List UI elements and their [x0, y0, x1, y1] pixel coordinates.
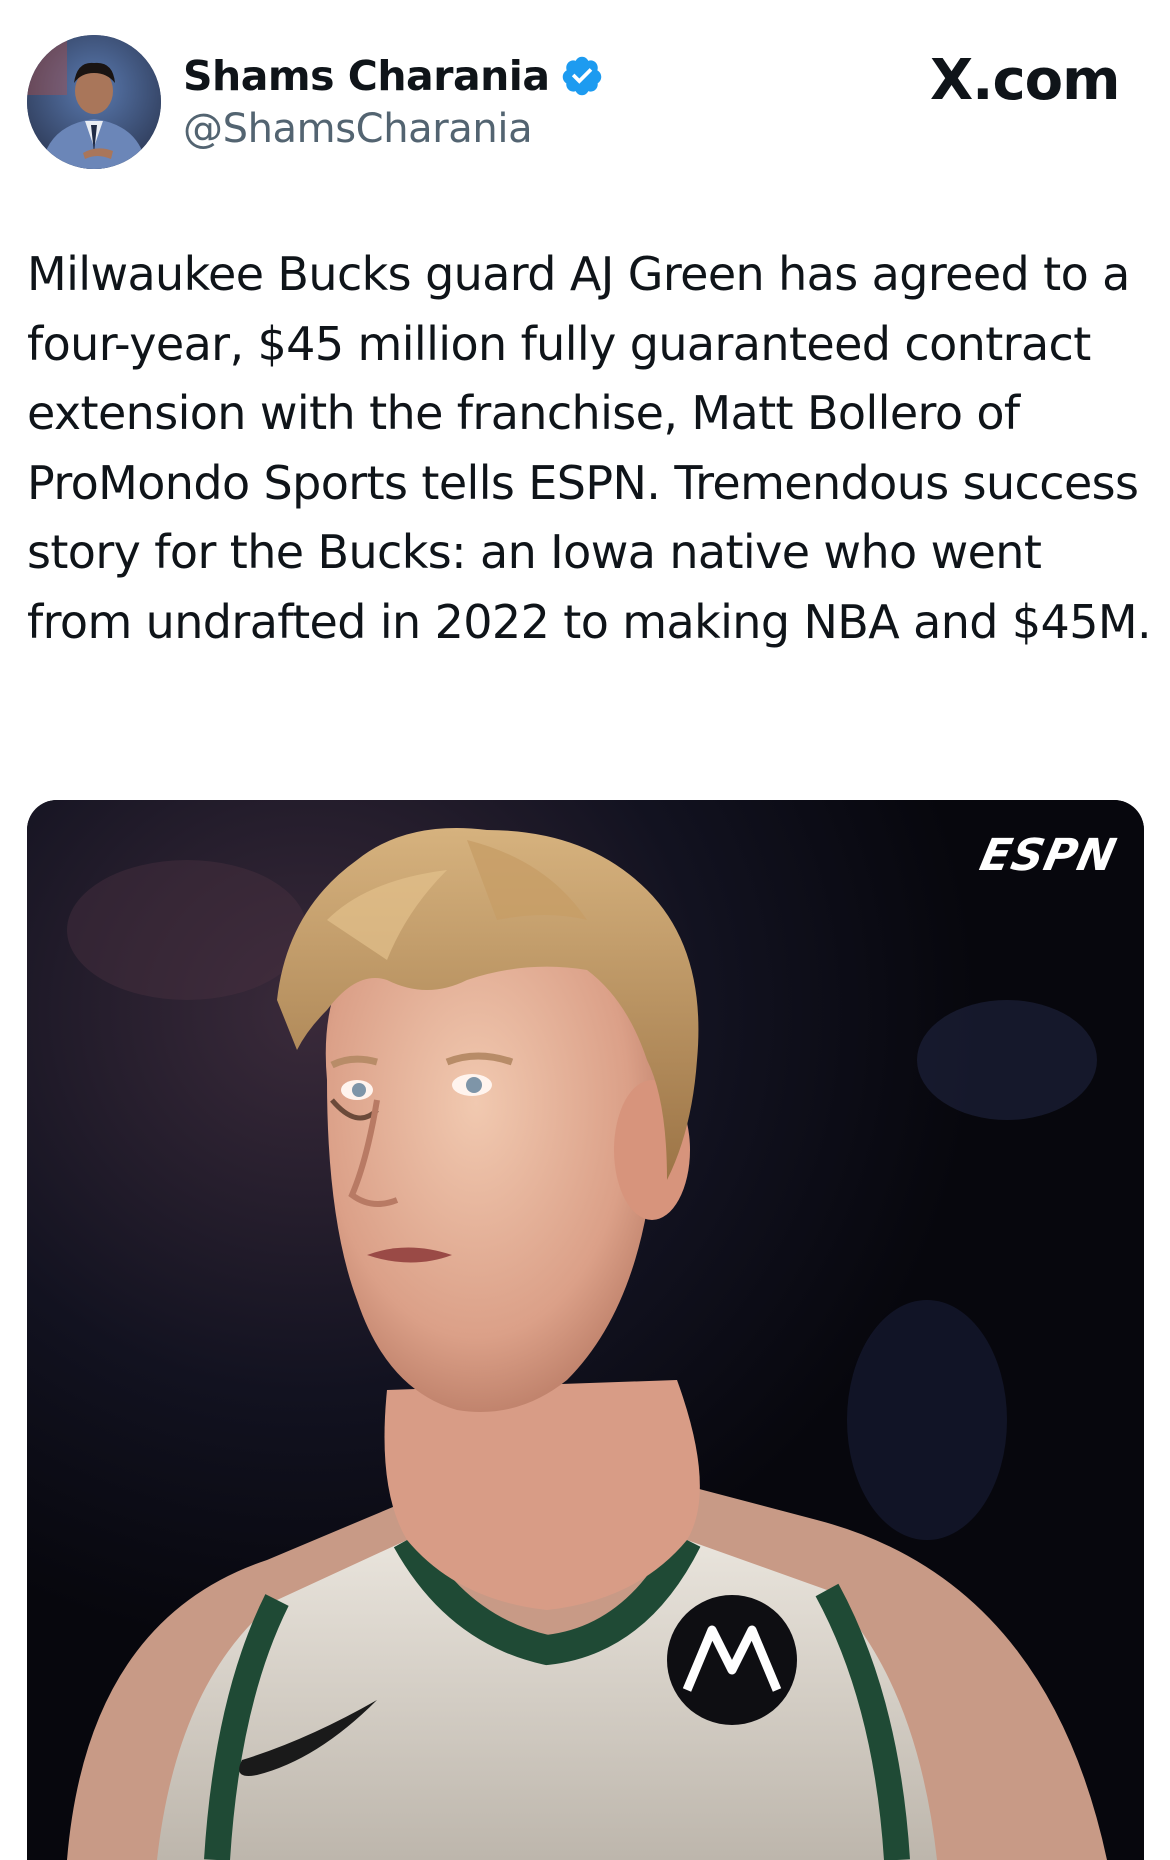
basketball-player-photo-icon — [27, 800, 1144, 1860]
author-name-row: Shams Charania — [183, 48, 604, 104]
author-display-name[interactable]: Shams Charania — [183, 52, 550, 100]
verified-badge-icon — [560, 54, 604, 98]
author-avatar[interactable] — [27, 35, 161, 169]
espn-watermark: ESPN — [975, 830, 1122, 881]
person-in-suit-avatar-icon — [27, 35, 161, 169]
author-handle[interactable]: @ShamsCharania — [183, 106, 533, 152]
tweet-media-image[interactable]: ESPN — [27, 800, 1144, 1860]
source-label: X.com — [930, 48, 1120, 113]
tweet-text: Milwaukee Bucks guard AJ Green has agree… — [27, 247, 1152, 649]
